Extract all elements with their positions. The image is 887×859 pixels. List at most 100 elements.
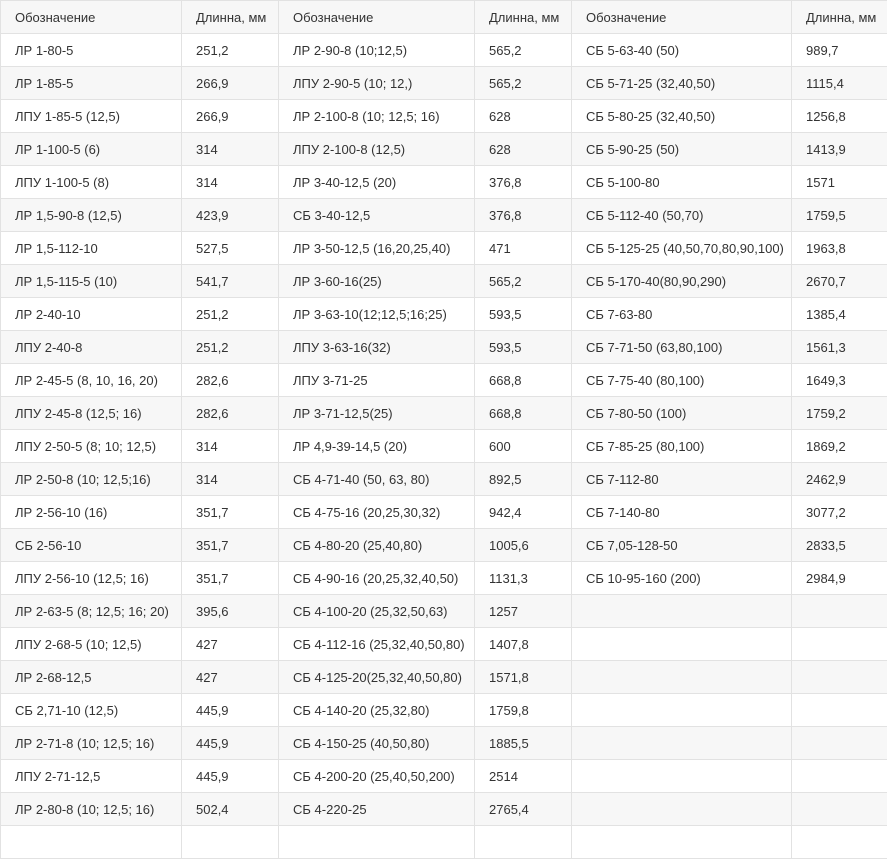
length-cell: 892,5 xyxy=(475,463,572,496)
length-cell: 427 xyxy=(182,661,279,694)
length-cell: 1649,3 xyxy=(792,364,887,397)
header-length-1: Длинна, мм xyxy=(182,1,279,34)
length-cell: 266,9 xyxy=(182,100,279,133)
length-cell: 1561,3 xyxy=(792,331,887,364)
designation-cell: ЛР 2-80-8 (10; 12,5; 16) xyxy=(1,793,182,826)
length-cell: 527,5 xyxy=(182,232,279,265)
table-row: ЛР 1,5-115-5 (10)541,7ЛР 3-60-16(25)565,… xyxy=(1,265,887,298)
table-row: ЛР 2-68-12,5427СБ 4-125-20(25,32,40,50,8… xyxy=(1,661,887,694)
designation-cell: СБ 5-90-25 (50) xyxy=(572,133,792,166)
designation-cell: СБ 4-80-20 (25,40,80) xyxy=(279,529,475,562)
designation-cell xyxy=(572,628,792,661)
length-cell: 445,9 xyxy=(182,727,279,760)
designation-cell: ЛПУ 3-63-16(32) xyxy=(279,331,475,364)
length-cell: 351,7 xyxy=(182,562,279,595)
designation-cell xyxy=(572,694,792,727)
belt-length-table: Обозначение Длинна, мм Обозначение Длинн… xyxy=(0,0,887,859)
length-cell: 351,7 xyxy=(182,529,279,562)
header-designation-1: Обозначение xyxy=(1,1,182,34)
designation-cell: СБ 4-150-25 (40,50,80) xyxy=(279,727,475,760)
length-cell: 1869,2 xyxy=(792,430,887,463)
length-cell: 2765,4 xyxy=(475,793,572,826)
length-cell: 1256,8 xyxy=(792,100,887,133)
designation-cell: СБ 5-80-25 (32,40,50) xyxy=(572,100,792,133)
designation-cell: ЛПУ 2-71-12,5 xyxy=(1,760,182,793)
table-body: ЛР 1-80-5251,2ЛР 2-90-8 (10;12,5)565,2СБ… xyxy=(1,34,887,859)
length-cell: 1257 xyxy=(475,595,572,628)
header-length-3: Длинна, мм xyxy=(792,1,887,34)
designation-cell: ЛПУ 2-45-8 (12,5; 16) xyxy=(1,397,182,430)
length-cell: 395,6 xyxy=(182,595,279,628)
length-cell: 541,7 xyxy=(182,265,279,298)
designation-cell: СБ 7-63-80 xyxy=(572,298,792,331)
designation-cell: ЛР 1,5-90-8 (12,5) xyxy=(1,199,182,232)
designation-cell: ЛР 4,9-39-14,5 (20) xyxy=(279,430,475,463)
designation-cell: ЛР 1,5-115-5 (10) xyxy=(1,265,182,298)
length-cell: 1131,3 xyxy=(475,562,572,595)
designation-cell: ЛР 1,5-112-10 xyxy=(1,232,182,265)
designation-cell: ЛР 3-40-12,5 (20) xyxy=(279,166,475,199)
length-cell: 2833,5 xyxy=(792,529,887,562)
designation-cell: СБ 7-140-80 xyxy=(572,496,792,529)
designation-cell xyxy=(572,826,792,859)
designation-cell: СБ 7-75-40 (80,100) xyxy=(572,364,792,397)
length-cell xyxy=(792,727,887,760)
length-cell: 266,9 xyxy=(182,67,279,100)
designation-cell: СБ 5-125-25 (40,50,70,80,90,100) xyxy=(572,232,792,265)
length-cell: 1571 xyxy=(792,166,887,199)
designation-cell: ЛР 1-100-5 (6) xyxy=(1,133,182,166)
length-cell: 1759,2 xyxy=(792,397,887,430)
length-cell: 600 xyxy=(475,430,572,463)
table-row: ЛР 1-100-5 (6)314ЛПУ 2-100-8 (12,5)628СБ… xyxy=(1,133,887,166)
length-cell xyxy=(182,826,279,859)
designation-cell: ЛПУ 3-71-25 xyxy=(279,364,475,397)
designation-cell: ЛПУ 1-85-5 (12,5) xyxy=(1,100,182,133)
length-cell: 423,9 xyxy=(182,199,279,232)
table-row: ЛПУ 2-40-8251,2ЛПУ 3-63-16(32)593,5СБ 7-… xyxy=(1,331,887,364)
designation-cell: СБ 7-71-50 (63,80,100) xyxy=(572,331,792,364)
designation-cell xyxy=(279,826,475,859)
designation-cell: ЛР 3-71-12,5(25) xyxy=(279,397,475,430)
designation-cell: ЛР 2-63-5 (8; 12,5; 16; 20) xyxy=(1,595,182,628)
designation-cell xyxy=(572,760,792,793)
designation-cell: ЛР 2-40-10 xyxy=(1,298,182,331)
length-cell: 628 xyxy=(475,133,572,166)
table-row: ЛПУ 1-85-5 (12,5)266,9ЛР 2-100-8 (10; 12… xyxy=(1,100,887,133)
designation-cell: ЛПУ 2-90-5 (10; 12,) xyxy=(279,67,475,100)
length-cell: 1005,6 xyxy=(475,529,572,562)
designation-cell: СБ 7,05-128-50 xyxy=(572,529,792,562)
table-row: ЛПУ 2-45-8 (12,5; 16)282,6ЛР 3-71-12,5(2… xyxy=(1,397,887,430)
table-row: ЛР 1-85-5266,9ЛПУ 2-90-5 (10; 12,)565,2С… xyxy=(1,67,887,100)
length-cell: 1413,9 xyxy=(792,133,887,166)
designation-cell xyxy=(572,793,792,826)
length-cell: 1385,4 xyxy=(792,298,887,331)
length-cell: 251,2 xyxy=(182,298,279,331)
length-cell xyxy=(792,793,887,826)
length-cell: 2670,7 xyxy=(792,265,887,298)
table-row: ЛПУ 2-68-5 (10; 12,5)427СБ 4-112-16 (25,… xyxy=(1,628,887,661)
designation-cell: СБ 4-100-20 (25,32,50,63) xyxy=(279,595,475,628)
designation-cell: ЛПУ 2-50-5 (8; 10; 12,5) xyxy=(1,430,182,463)
length-cell: 565,2 xyxy=(475,265,572,298)
designation-cell: ЛПУ 2-56-10 (12,5; 16) xyxy=(1,562,182,595)
length-cell: 1885,5 xyxy=(475,727,572,760)
designation-cell: СБ 4-112-16 (25,32,40,50,80) xyxy=(279,628,475,661)
designation-cell: ЛР 1-85-5 xyxy=(1,67,182,100)
length-cell: 668,8 xyxy=(475,397,572,430)
designation-cell: СБ 2-56-10 xyxy=(1,529,182,562)
header-designation-3: Обозначение xyxy=(572,1,792,34)
length-cell xyxy=(792,628,887,661)
table-row: ЛР 2-40-10251,2ЛР 3-63-10(12;12,5;16;25)… xyxy=(1,298,887,331)
designation-cell: СБ 2,71-10 (12,5) xyxy=(1,694,182,727)
table-row: ЛР 2-63-5 (8; 12,5; 16; 20)395,6СБ 4-100… xyxy=(1,595,887,628)
length-cell: 376,8 xyxy=(475,199,572,232)
length-cell: 1115,4 xyxy=(792,67,887,100)
length-cell: 427 xyxy=(182,628,279,661)
designation-cell: ЛР 2-56-10 (16) xyxy=(1,496,182,529)
length-cell: 1571,8 xyxy=(475,661,572,694)
table-row: ЛР 1,5-90-8 (12,5)423,9СБ 3-40-12,5376,8… xyxy=(1,199,887,232)
table-row: ЛПУ 1-100-5 (8)314ЛР 3-40-12,5 (20)376,8… xyxy=(1,166,887,199)
length-cell: 565,2 xyxy=(475,67,572,100)
designation-cell: ЛР 2-68-12,5 xyxy=(1,661,182,694)
length-cell: 351,7 xyxy=(182,496,279,529)
